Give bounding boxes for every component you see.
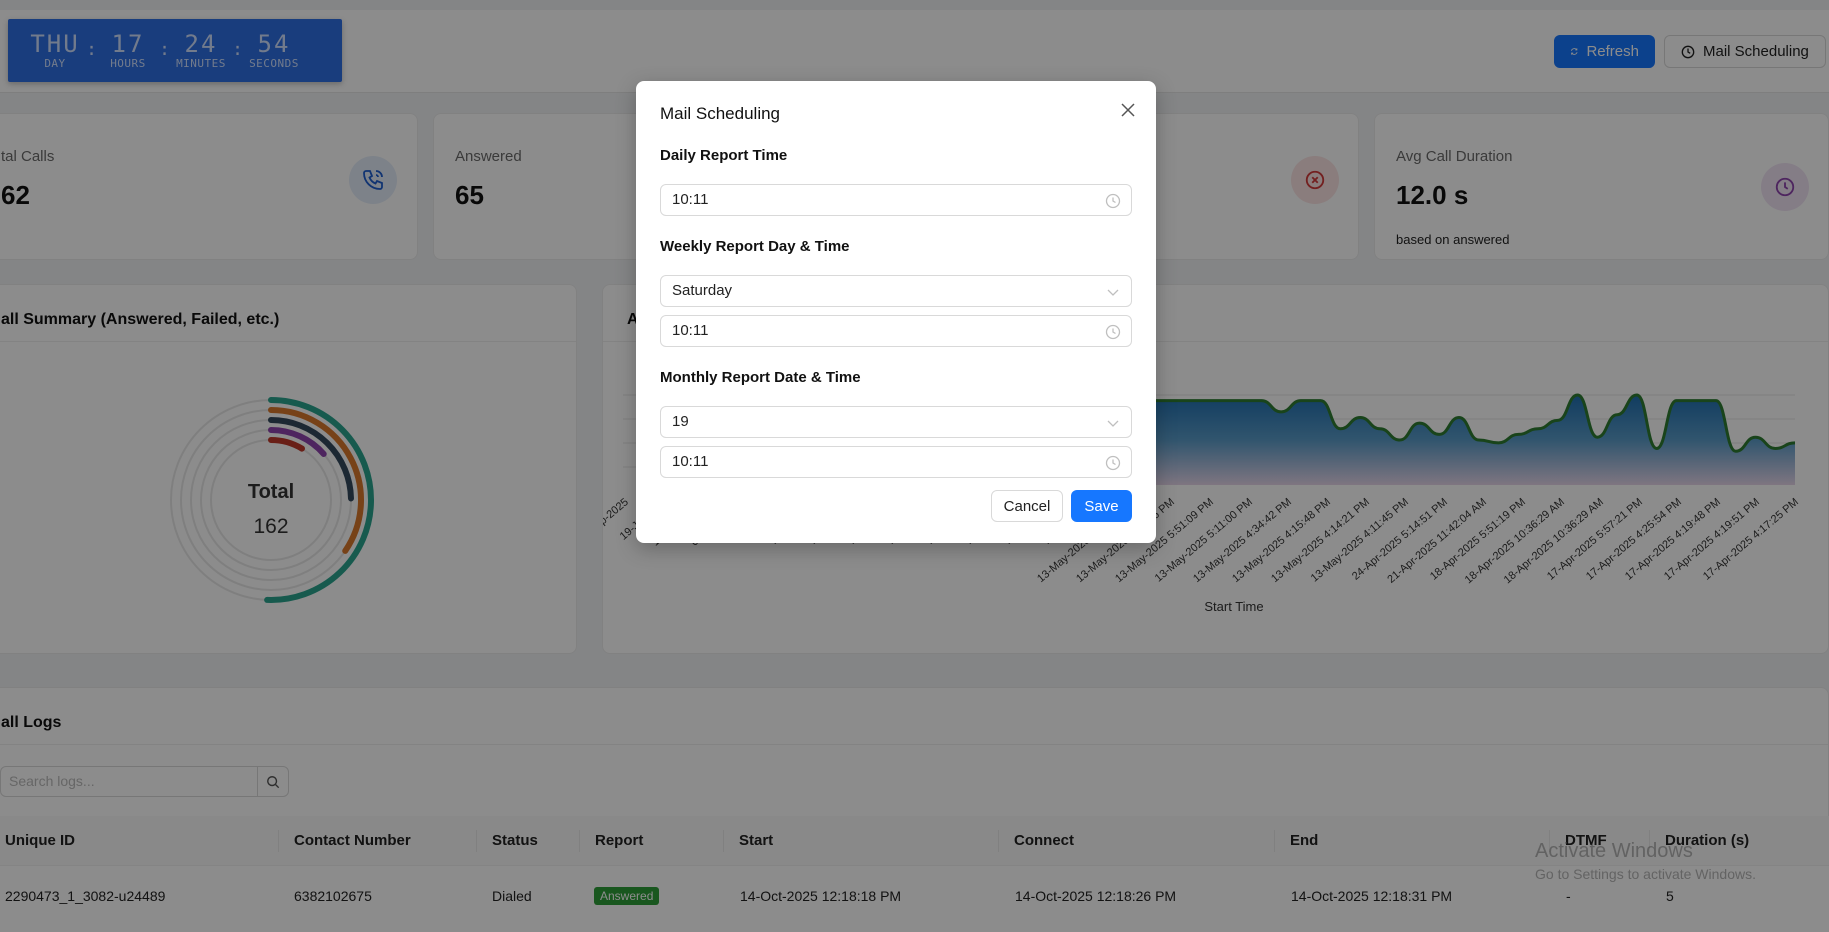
clock-icon [1105,324,1121,340]
monthly-report-label: Monthly Report Date & Time [660,369,861,386]
save-button[interactable]: Save [1071,490,1132,522]
weekly-day-value: Saturday [672,282,733,299]
daily-time-value: 10:11 [672,191,709,208]
daily-time-picker[interactable]: 10:11 [660,184,1132,216]
close-button[interactable] [1116,98,1140,122]
mail-scheduling-dialog: Mail Scheduling Daily Report Time 10:11 … [636,81,1156,543]
chevron-down-icon [1107,289,1119,296]
chevron-down-icon [1107,420,1119,427]
dialog-title: Mail Scheduling [660,104,781,123]
clock-icon [1105,193,1121,209]
weekly-time-picker[interactable]: 10:11 [660,315,1132,347]
cancel-button[interactable]: Cancel [991,490,1063,522]
monthly-date-select[interactable]: 19 [660,406,1132,438]
monthly-time-picker[interactable]: 10:11 [660,446,1132,478]
clock-icon [1105,455,1121,471]
monthly-date-value: 19 [672,413,689,430]
close-icon [1121,103,1135,117]
weekly-report-label: Weekly Report Day & Time [660,238,850,255]
daily-report-label: Daily Report Time [660,147,788,164]
monthly-time-value: 10:11 [672,453,709,470]
weekly-time-value: 10:11 [672,322,709,339]
weekly-day-select[interactable]: Saturday [660,275,1132,307]
